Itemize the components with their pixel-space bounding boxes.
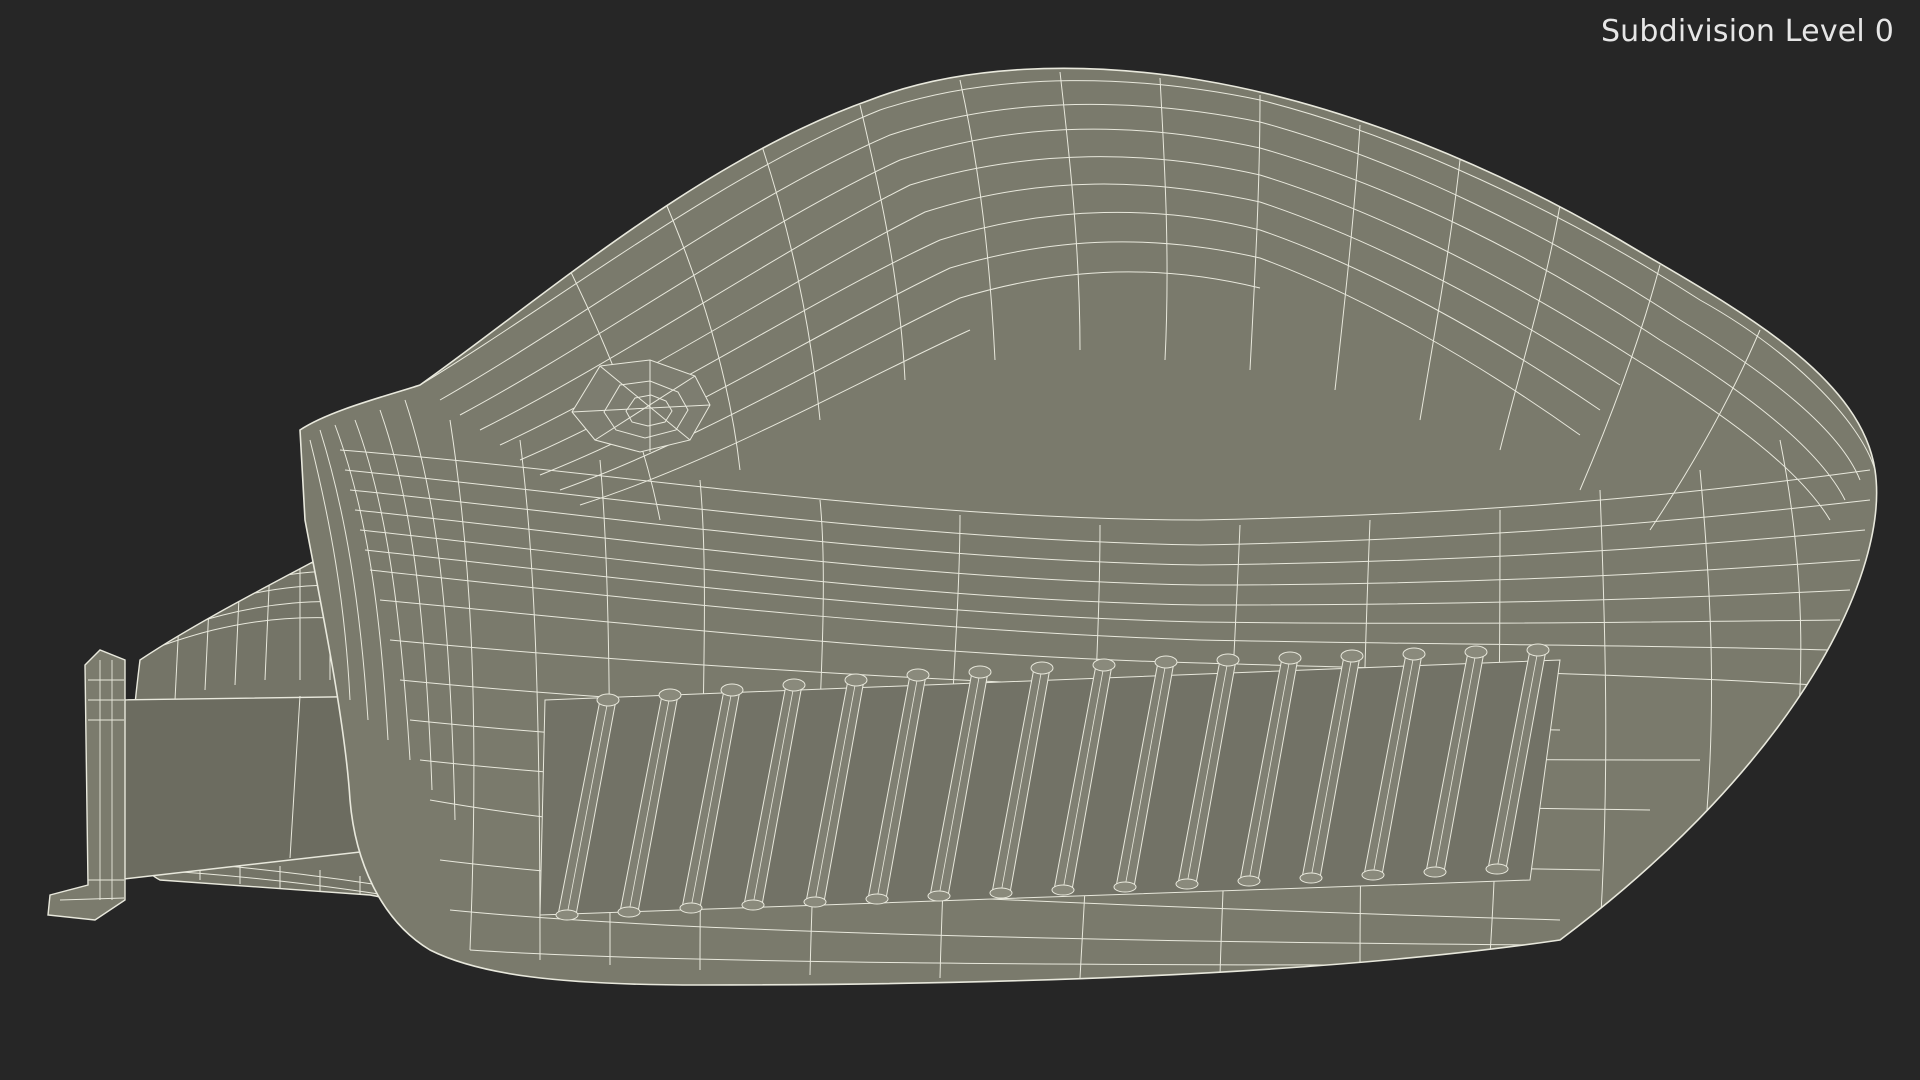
wireframe-model: [47, 67, 1878, 986]
viewport-3d[interactable]: Subdivision Level 0: [0, 0, 1920, 1080]
mirror-housing: [299, 67, 1878, 986]
subdivision-level-label: Subdivision Level 0: [1600, 14, 1894, 49]
